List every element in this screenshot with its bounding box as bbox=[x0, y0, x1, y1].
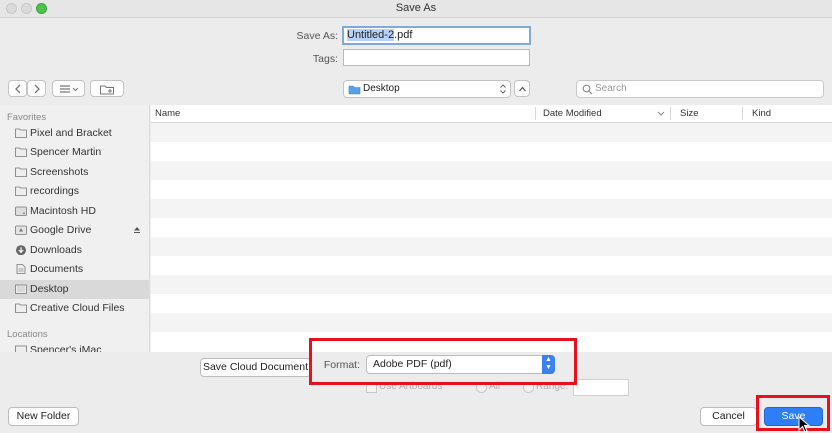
search-field[interactable]: Search bbox=[576, 80, 824, 98]
column-divider bbox=[670, 107, 671, 120]
sidebar-item-label: Desktop bbox=[30, 283, 69, 295]
title-bar: Save As bbox=[0, 0, 832, 18]
sort-chevron-icon bbox=[657, 111, 665, 116]
sidebar-item-label: Creative Cloud Files bbox=[30, 302, 125, 314]
chevron-right-icon bbox=[34, 84, 40, 93]
empty-row bbox=[151, 256, 832, 275]
forward-button[interactable] bbox=[27, 80, 46, 97]
range-input[interactable] bbox=[573, 379, 629, 396]
sidebar-item-desktop[interactable]: Desktop bbox=[0, 280, 149, 299]
sidebar-item-label: Screenshots bbox=[30, 166, 89, 178]
sidebar-item-documents[interactable]: Documents bbox=[0, 260, 149, 279]
column-divider bbox=[742, 107, 743, 120]
save-cloud-document-button[interactable]: Save Cloud Document bbox=[200, 358, 311, 377]
location-label: Desktop bbox=[363, 83, 400, 94]
column-divider bbox=[535, 107, 536, 120]
sidebar-item-label: Documents bbox=[30, 263, 84, 275]
cursor-arrow-icon bbox=[798, 416, 810, 433]
sidebar-item-label: Pixel and Bracket bbox=[30, 127, 112, 139]
sidebar-item-spencer-martin[interactable]: Spencer Martin bbox=[0, 143, 149, 162]
search-placeholder: Search bbox=[595, 83, 627, 94]
favorites-header: Favorites bbox=[7, 112, 47, 123]
folder-icon bbox=[348, 85, 361, 95]
save-highlight-box bbox=[756, 395, 830, 431]
sidebar-item-google-drive[interactable]: Google Drive bbox=[0, 221, 149, 240]
new-folder-button[interactable]: New Folder bbox=[8, 407, 79, 426]
folder-icon bbox=[15, 186, 27, 196]
sidebar-item-label: Spencer's iMac bbox=[30, 344, 102, 352]
column-date-modified[interactable]: Date Modified bbox=[543, 108, 602, 119]
document-icon bbox=[16, 264, 26, 274]
sidebar: Favorites Pixel and Bracket Spencer Mart… bbox=[0, 105, 150, 352]
empty-row bbox=[151, 237, 832, 256]
filename-extension: .pdf bbox=[394, 29, 413, 41]
sidebar-item-label: Google Drive bbox=[30, 224, 92, 236]
new-folder-icon bbox=[100, 85, 114, 94]
eject-icon[interactable] bbox=[133, 226, 141, 234]
column-header-row: Name Date Modified Size Kind bbox=[151, 105, 832, 123]
search-icon bbox=[582, 84, 593, 95]
desktop-icon bbox=[15, 284, 27, 294]
sidebar-item-label: Macintosh HD bbox=[30, 205, 96, 217]
expand-collapse-button[interactable] bbox=[514, 80, 530, 97]
filename-selected-text: Untitled-2 bbox=[347, 29, 395, 41]
filename-input[interactable]: Untitled-2.pdf bbox=[342, 26, 531, 45]
empty-row bbox=[151, 275, 832, 294]
tags-input[interactable] bbox=[343, 49, 530, 66]
sidebar-item-pixel-and-bracket[interactable]: Pixel and Bracket bbox=[0, 124, 149, 143]
folder-icon bbox=[15, 167, 27, 177]
folder-icon bbox=[15, 303, 27, 313]
folder-icon bbox=[15, 128, 27, 138]
format-highlight-box bbox=[309, 338, 577, 385]
empty-row bbox=[151, 199, 832, 218]
back-button[interactable] bbox=[8, 80, 27, 97]
column-kind[interactable]: Kind bbox=[752, 108, 771, 119]
save-as-dialog: Save As Save As: Untitled-2.pdf Tags: De… bbox=[0, 0, 832, 433]
tags-label: Tags: bbox=[312, 53, 338, 65]
disk-icon bbox=[15, 206, 27, 216]
sidebar-item-label: Spencer Martin bbox=[30, 146, 102, 158]
location-popup[interactable]: Desktop bbox=[343, 80, 511, 98]
empty-row bbox=[151, 161, 832, 180]
sidebar-item-label: Downloads bbox=[30, 244, 82, 256]
file-list[interactable]: Name Date Modified Size Kind bbox=[151, 105, 832, 352]
sidebar-item-creative-cloud-files[interactable]: Creative Cloud Files bbox=[0, 299, 149, 318]
empty-row bbox=[151, 142, 832, 161]
download-icon bbox=[16, 245, 26, 255]
empty-row bbox=[151, 313, 832, 332]
empty-row bbox=[151, 123, 832, 142]
sidebar-item-screenshots[interactable]: Screenshots bbox=[0, 163, 149, 182]
save-as-label: Save As: bbox=[296, 30, 338, 42]
chevron-up-icon bbox=[518, 86, 526, 91]
sidebar-item-spencers-imac[interactable]: Spencer's iMac bbox=[0, 341, 149, 352]
window-title: Save As bbox=[395, 2, 437, 14]
empty-row bbox=[151, 180, 832, 199]
new-folder-toolbar-button[interactable] bbox=[90, 80, 124, 97]
list-view-icon bbox=[59, 84, 78, 93]
chevron-left-icon bbox=[14, 84, 20, 93]
folder-icon bbox=[15, 147, 27, 157]
column-name[interactable]: Name bbox=[155, 108, 180, 119]
view-options-button[interactable] bbox=[52, 80, 85, 97]
drive-icon bbox=[15, 225, 27, 235]
sidebar-item-recordings[interactable]: recordings bbox=[0, 182, 149, 201]
sidebar-item-macintosh-hd[interactable]: Macintosh HD bbox=[0, 202, 149, 221]
sidebar-item-label: recordings bbox=[30, 185, 80, 197]
column-size[interactable]: Size bbox=[680, 108, 698, 119]
updown-chevron-icon bbox=[500, 84, 506, 94]
locations-header: Locations bbox=[7, 329, 48, 340]
cancel-button[interactable]: Cancel bbox=[700, 407, 757, 426]
computer-icon bbox=[15, 345, 27, 352]
sidebar-item-downloads[interactable]: Downloads bbox=[0, 241, 149, 260]
empty-row bbox=[151, 218, 832, 237]
empty-row bbox=[151, 294, 832, 313]
